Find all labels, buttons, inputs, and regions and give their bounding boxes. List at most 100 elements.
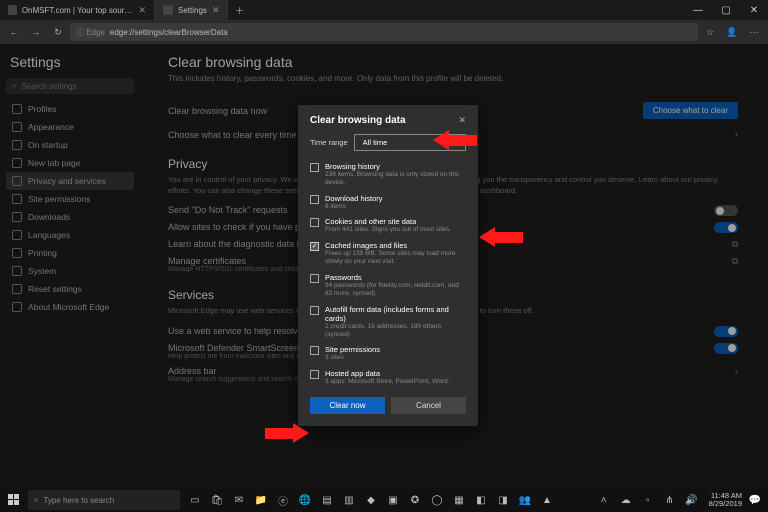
clear-option-hint: Frees up 139 MB. Some sites may load mor… <box>325 250 466 267</box>
close-tab-icon[interactable]: ✕ <box>212 5 220 16</box>
tab-onmsft[interactable]: OnMSFT.com | Your top source fo... ✕ <box>0 0 155 20</box>
clear-option-checkbox[interactable] <box>310 218 319 227</box>
windows-taskbar: ⌕ Type here to search ▭ 🛍 ✉ 📁 ⓔ 🌐 ▤ ▥ ◆ … <box>0 488 768 512</box>
clear-option-row: Site permissions3 sites <box>310 342 466 365</box>
clear-option-row: Cookies and other site dataFrom 441 site… <box>310 214 466 237</box>
mail-icon[interactable]: ✉ <box>230 491 248 509</box>
cortana-icon[interactable]: ◯ <box>428 491 446 509</box>
clear-option-label: Cookies and other site data <box>325 217 451 226</box>
clear-option-hint: 2 credit cards, 16 addresses, 180 others… <box>325 323 466 340</box>
favicon <box>8 5 17 15</box>
tab-strip: OnMSFT.com | Your top source fo... ✕ Set… <box>0 0 684 20</box>
address-bar[interactable]: ⓘ Edge edge://settings/clearBrowserData <box>70 23 698 41</box>
clear-option-label: Cached images and files <box>325 241 466 250</box>
edge-icon[interactable]: 🌐 <box>296 491 314 509</box>
onedrive-icon[interactable]: ☁ <box>617 491 635 509</box>
titlebar: OnMSFT.com | Your top source fo... ✕ Set… <box>0 0 768 20</box>
clear-now-button[interactable]: Clear now <box>310 397 385 414</box>
clear-option-checkbox[interactable] <box>310 346 319 355</box>
start-button[interactable] <box>0 494 28 506</box>
forward-button[interactable]: → <box>26 22 46 42</box>
clear-option-hint: 94 passwords (for fidelity.com, reddit.c… <box>325 282 466 299</box>
clear-option-checkbox[interactable] <box>310 195 319 204</box>
window-controls: — ▢ ✕ <box>684 0 768 20</box>
clear-option-checkbox[interactable] <box>310 306 319 315</box>
tab-settings[interactable]: Settings ✕ <box>155 0 228 20</box>
time-range-label: Time range <box>310 138 348 147</box>
annotation-arrow <box>265 428 293 439</box>
volume-icon[interactable]: 🔊 <box>683 491 701 509</box>
back-button[interactable]: ← <box>4 22 24 42</box>
clear-option-row: Hosted app data3 apps: Microsoft Store, … <box>310 366 466 389</box>
tab-title: OnMSFT.com | Your top source fo... <box>22 6 134 15</box>
app-icon[interactable]: ▤ <box>318 491 336 509</box>
menu-button[interactable]: ⋯ <box>744 22 764 42</box>
app-icon[interactable]: ◨ <box>494 491 512 509</box>
clear-option-checkbox[interactable]: ✓ <box>310 242 319 251</box>
reload-button[interactable]: ↻ <box>48 22 68 42</box>
clear-option-row: Download history8 items <box>310 191 466 214</box>
maximize-button[interactable]: ▢ <box>712 0 740 20</box>
clear-option-checkbox[interactable] <box>310 370 319 379</box>
taskbar-clock[interactable]: 11:48 AM 8/29/2019 <box>709 492 742 509</box>
taskbar-apps: ▭ 🛍 ✉ 📁 ⓔ 🌐 ▤ ▥ ◆ ▣ ✪ ◯ ▦ ◧ ◨ 👥 ▲ <box>186 491 556 509</box>
dialog-title: Clear browsing data <box>310 115 406 126</box>
clear-option-hint: 239 items. Browsing data is only stored … <box>325 171 466 188</box>
annotation-arrow-head <box>433 130 449 150</box>
app-icon[interactable]: ▣ <box>384 491 402 509</box>
clear-option-hint: 8 items <box>325 203 383 211</box>
store-icon[interactable]: 🛍 <box>208 491 226 509</box>
app-icon[interactable]: ▦ <box>450 491 468 509</box>
clear-option-label: Hosted app data <box>325 369 450 378</box>
annotation-arrow <box>495 232 523 243</box>
clock-date: 8/29/2019 <box>709 500 742 508</box>
clear-option-row: Browsing history239 items. Browsing data… <box>310 159 466 191</box>
task-view-icon[interactable]: ▭ <box>186 491 204 509</box>
action-center-icon[interactable]: 💬 <box>746 491 764 509</box>
taskbar-search-placeholder: Type here to search <box>43 496 114 505</box>
close-tab-icon[interactable]: ✕ <box>138 5 146 16</box>
app-icon[interactable]: ◧ <box>472 491 490 509</box>
cancel-button[interactable]: Cancel <box>391 397 466 414</box>
clear-option-checkbox[interactable] <box>310 163 319 172</box>
app-icon[interactable]: ▥ <box>340 491 358 509</box>
profile-button[interactable]: 👤 <box>722 22 742 42</box>
search-icon: ⌕ <box>34 495 38 505</box>
annotation-arrow-head <box>293 423 309 443</box>
clear-option-hint: From 441 sites. Signs you out of most si… <box>325 226 451 234</box>
app-icon[interactable]: ◆ <box>362 491 380 509</box>
close-window-button[interactable]: ✕ <box>740 0 768 20</box>
system-tray: ˄ ☁ ▫ ⋔ 🔊 11:48 AM 8/29/2019 💬 <box>595 491 768 509</box>
teams-icon[interactable]: 👥 <box>516 491 534 509</box>
clear-option-hint: 3 apps: Microsoft Store, PowerPoint, Wor… <box>325 378 450 386</box>
tray-overflow-icon[interactable]: ˄ <box>595 491 613 509</box>
clear-option-label: Passwords <box>325 273 466 282</box>
minimize-button[interactable]: — <box>684 0 712 20</box>
annotation-arrow <box>449 135 477 146</box>
explorer-icon[interactable]: 📁 <box>252 491 270 509</box>
url-text: edge://settings/clearBrowserData <box>110 28 228 37</box>
tray-icon[interactable]: ▫ <box>639 491 657 509</box>
clear-option-row: Passwords94 passwords (for fidelity.com,… <box>310 270 466 302</box>
favorites-button[interactable]: ☆ <box>700 22 720 42</box>
clear-option-row: ✓ Cached images and filesFrees up 139 MB.… <box>310 238 466 270</box>
wifi-icon[interactable]: ⋔ <box>661 491 679 509</box>
dialog-close-button[interactable]: ✕ <box>458 115 466 126</box>
site-identity-icon: ⓘ Edge <box>76 27 105 38</box>
taskbar-search[interactable]: ⌕ Type here to search <box>28 490 180 510</box>
xbox-icon[interactable]: ✪ <box>406 491 424 509</box>
clear-option-label: Download history <box>325 194 383 203</box>
browser-toolbar: ← → ↻ ⓘ Edge edge://settings/clearBrowse… <box>0 20 768 44</box>
annotation-arrow-head <box>479 227 495 247</box>
clear-option-hint: 3 sites <box>325 354 380 362</box>
tab-title: Settings <box>178 6 207 15</box>
clear-option-label: Browsing history <box>325 162 466 171</box>
new-tab-button[interactable]: ＋ <box>228 0 250 20</box>
clear-option-label: Site permissions <box>325 345 380 354</box>
edge-legacy-icon[interactable]: ⓔ <box>274 491 292 509</box>
app-icon[interactable]: ▲ <box>538 491 556 509</box>
clear-option-checkbox[interactable] <box>310 274 319 283</box>
clear-option-label: Autofill form data (includes forms and c… <box>325 305 466 323</box>
clear-option-row: Autofill form data (includes forms and c… <box>310 302 466 343</box>
favicon <box>163 5 173 15</box>
